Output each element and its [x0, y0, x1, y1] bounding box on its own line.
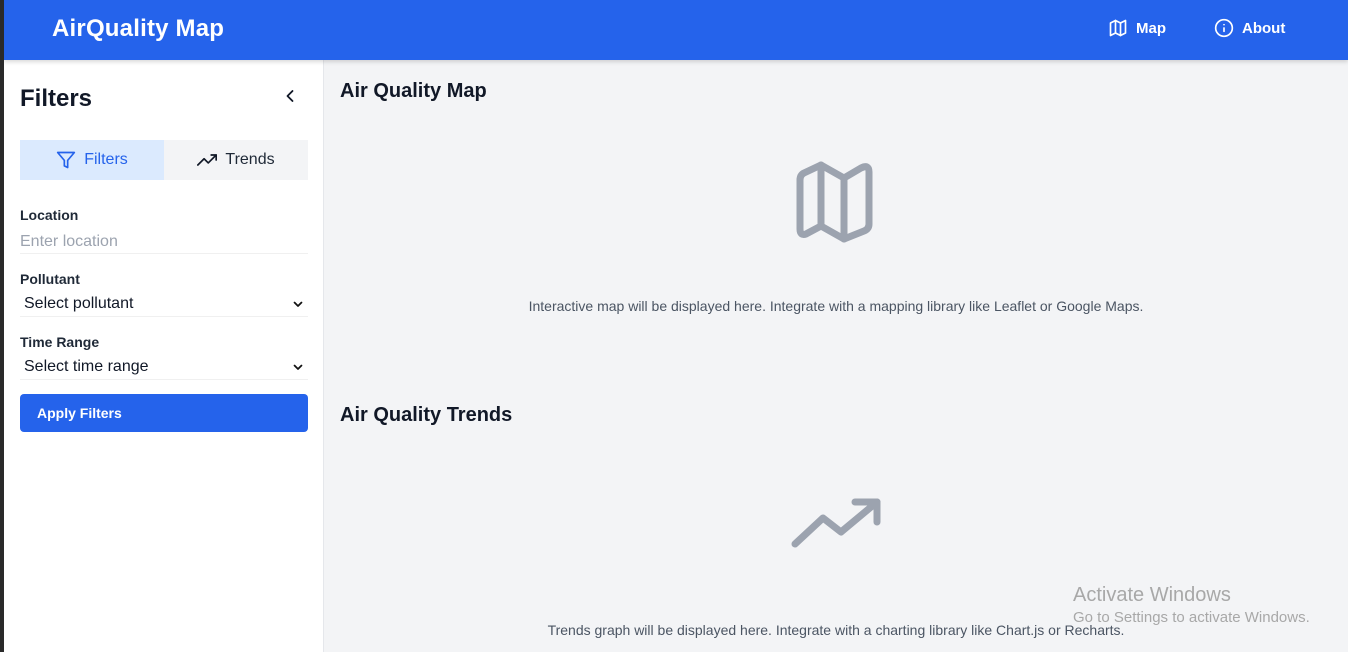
chevron-left-icon	[286, 90, 294, 102]
nav-about-label: About	[1242, 19, 1286, 37]
activate-windows-subtitle: Go to Settings to activate Windows.	[1073, 609, 1310, 626]
sidebar-tabs: Filters Trends	[20, 140, 308, 180]
trending-up-icon	[791, 498, 881, 548]
brand-title[interactable]: AirQuality Map	[52, 15, 224, 43]
trends-section-title: Air Quality Trends	[340, 404, 513, 426]
tab-trends-label: Trends	[225, 151, 275, 168]
info-icon	[1214, 18, 1234, 38]
pollutant-select-value: Select pollutant	[24, 294, 134, 312]
nav-about-link[interactable]: About	[1214, 18, 1285, 38]
trending-up-icon	[197, 154, 218, 166]
filter-icon	[57, 151, 76, 169]
apply-filters-button[interactable]: Apply Filters	[20, 394, 308, 432]
location-input[interactable]	[20, 230, 308, 254]
tab-trends[interactable]: Trends	[164, 140, 308, 180]
tab-filters[interactable]: Filters	[20, 140, 164, 180]
chevron-down-icon	[293, 301, 303, 307]
filters-sidebar: Filters Filters Trends Location Polluta	[4, 60, 324, 652]
map-placeholder-text: Interactive map will be displayed here. …	[528, 298, 1144, 314]
time-range-select[interactable]: Select time range	[20, 354, 308, 380]
chevron-down-icon	[293, 364, 303, 370]
nav-map-link[interactable]: Map	[1108, 18, 1166, 38]
time-range-label: Time Range	[20, 334, 100, 350]
nav-map-label: Map	[1136, 19, 1166, 37]
map-section-title: Air Quality Map	[340, 80, 487, 102]
location-label: Location	[20, 207, 79, 223]
activate-windows-title: Activate Windows	[1073, 584, 1231, 606]
map-icon	[1109, 19, 1127, 37]
window-right-edge	[1348, 0, 1352, 652]
tab-filters-label: Filters	[84, 151, 128, 168]
collapse-sidebar-button[interactable]	[278, 84, 302, 108]
map-icon	[796, 161, 873, 243]
top-navbar: AirQuality Map Map About	[4, 0, 1348, 60]
sidebar-title: Filters	[20, 85, 93, 112]
pollutant-select[interactable]: Select pollutant	[20, 291, 308, 317]
app-frame: AirQuality Map Map About Filters Filters…	[4, 0, 1348, 652]
time-range-select-value: Select time range	[24, 357, 149, 375]
pollutant-label: Pollutant	[20, 271, 80, 287]
